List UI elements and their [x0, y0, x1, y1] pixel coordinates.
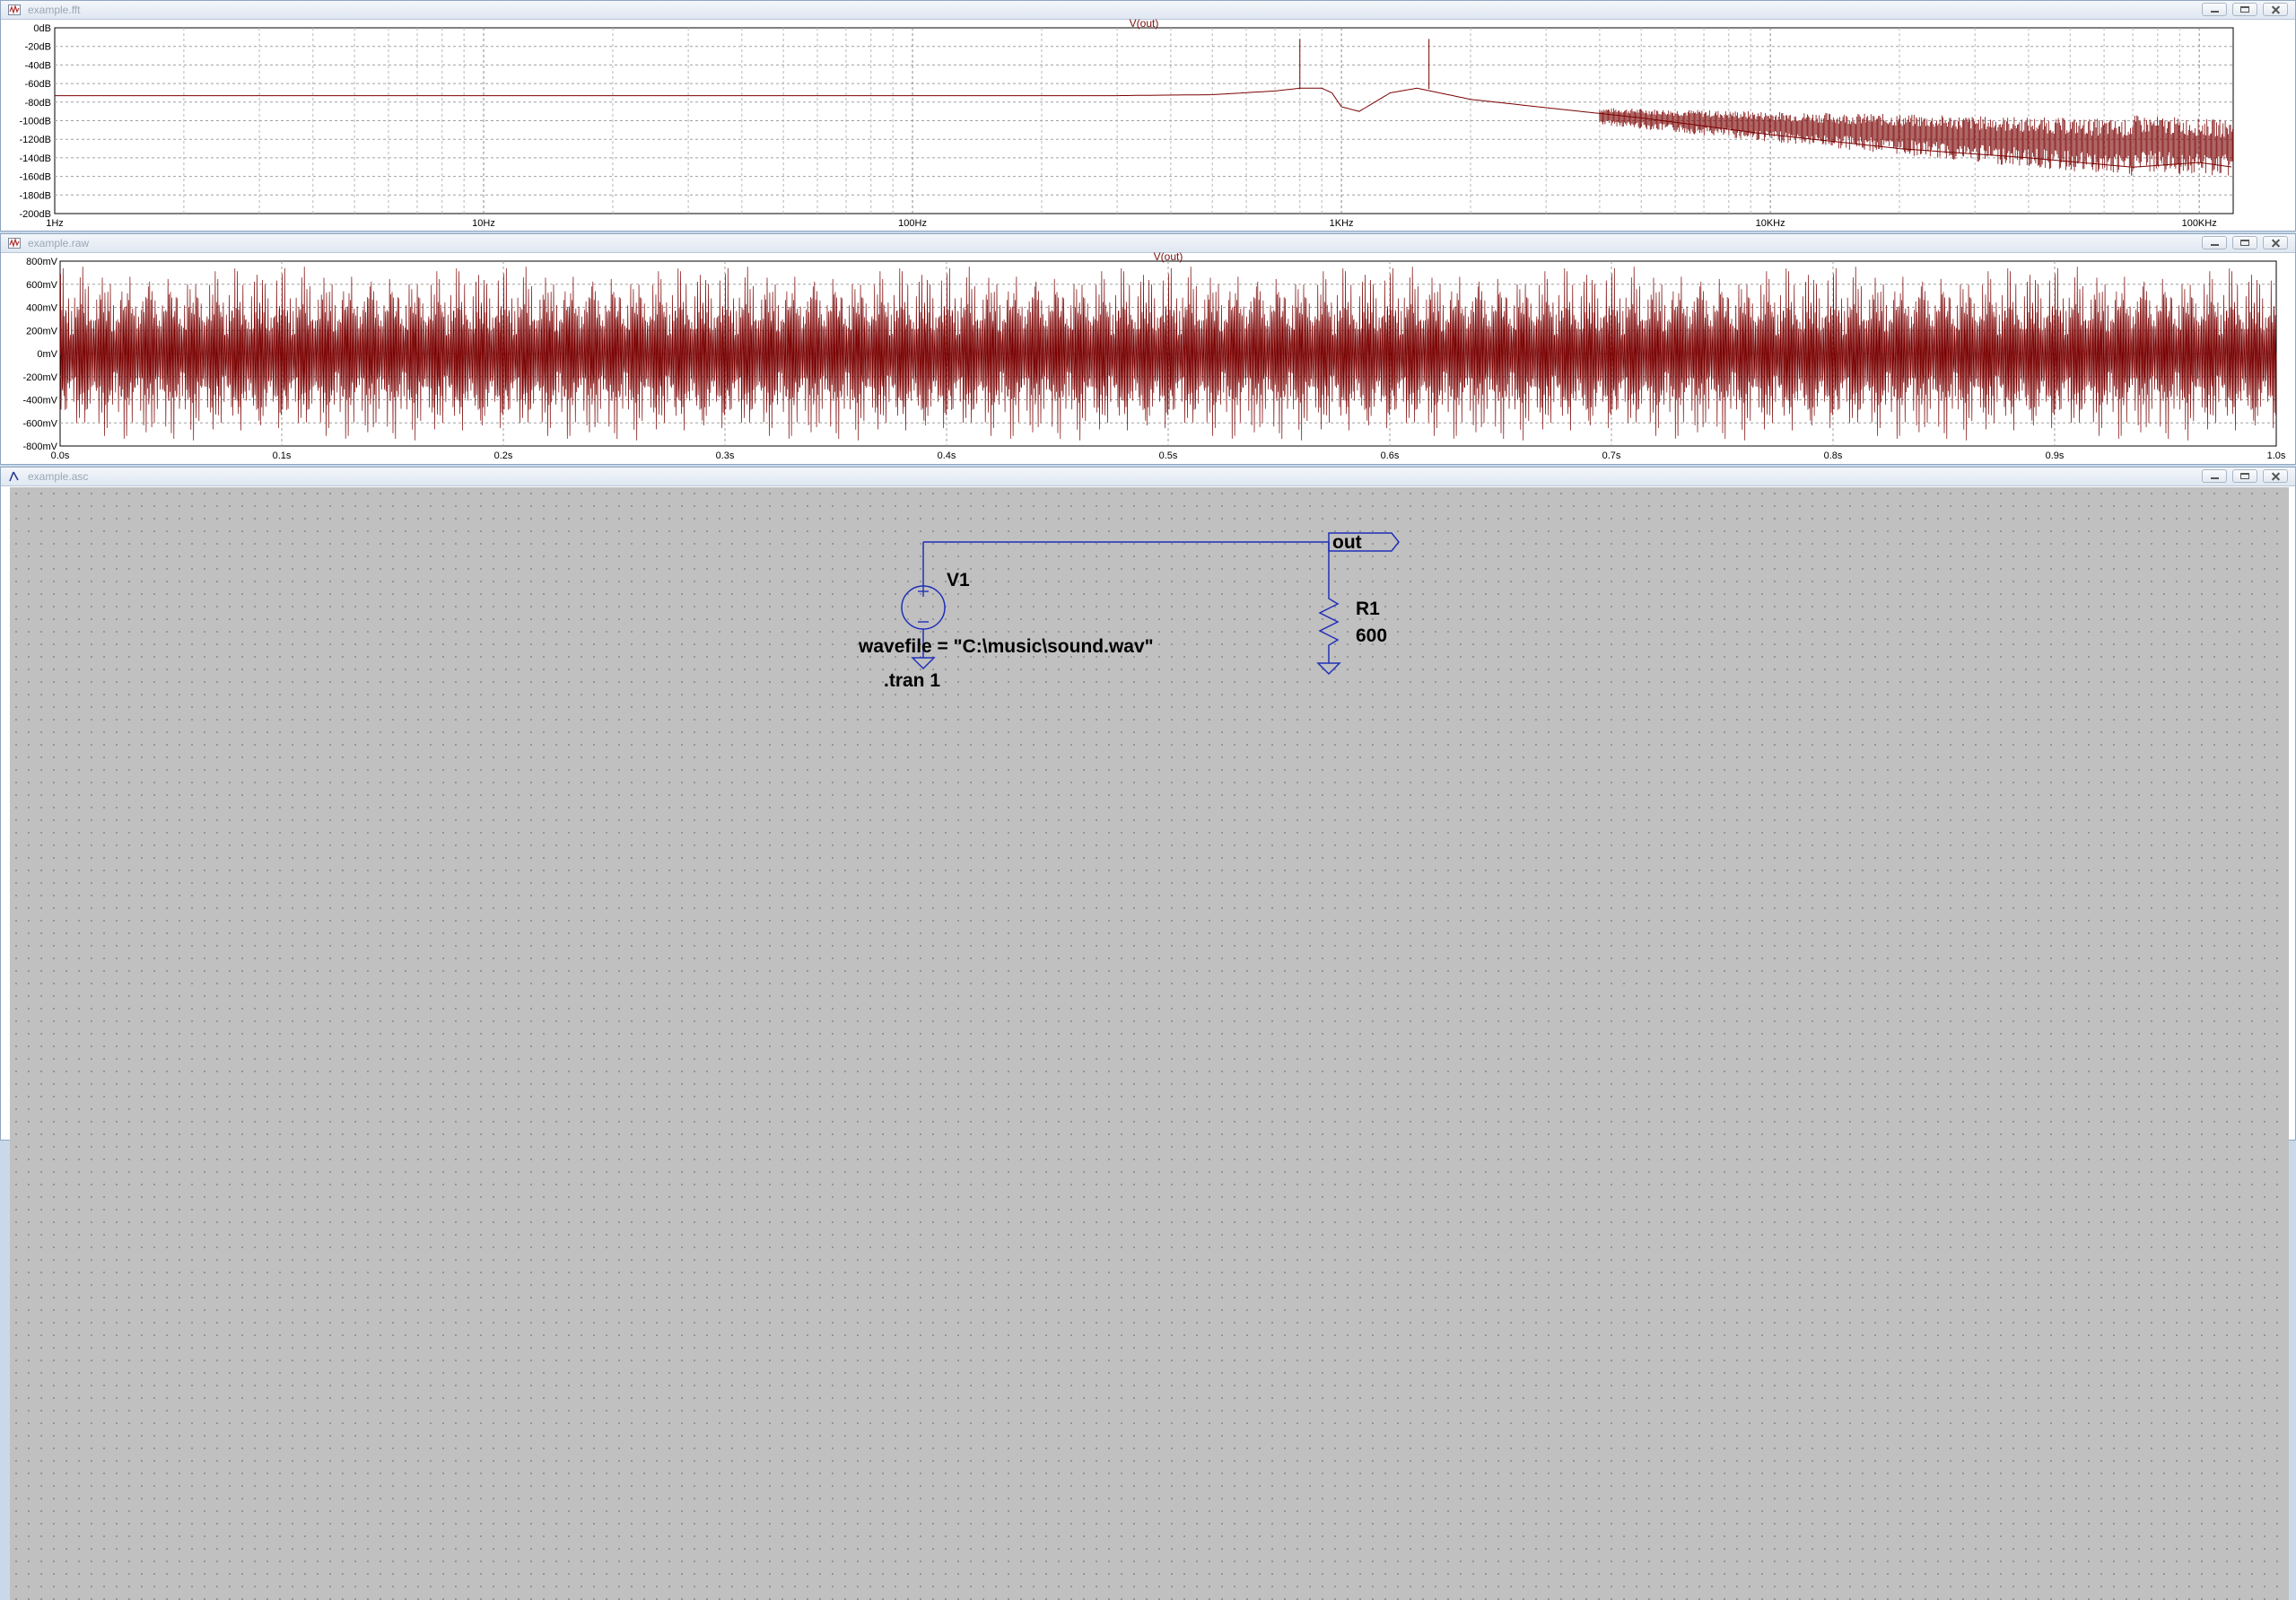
waveform-icon [8, 4, 21, 15]
x-tick-label: 0.4s [938, 450, 956, 461]
source-name[interactable]: V1 [947, 570, 970, 590]
transient-plot[interactable]: 800mV 600mV 400mV 200mV 0mV -200mV -400mV -600m… [1, 252, 2295, 464]
fft-plot[interactable]: 0dB -20dB -40dB -60dB -80dB -100dB -120dB -140d… [1, 19, 2295, 231]
y-tick-label: -40dB [25, 60, 51, 71]
schematic-window[interactable]: example.asc out V1 R1 600 wavefile = "C:… [0, 467, 2296, 1600]
y-tick-label: -180dB [20, 190, 51, 201]
y-tick-label: 0dB [33, 23, 51, 34]
x-tick-label: 0.3s [716, 450, 735, 461]
y-tick-label: -20dB [25, 42, 51, 53]
x-tick-label: 1.0s [2267, 450, 2286, 461]
y-tick-label: -100dB [20, 117, 51, 127]
minimize-button[interactable] [2202, 3, 2227, 16]
y-tick-label: -160dB [20, 172, 51, 183]
x-tick-label: 0.6s [1381, 450, 1400, 461]
net-label-out[interactable]: out [1332, 532, 1362, 553]
x-tick-label: 100Hz [898, 218, 927, 229]
source-value[interactable]: wavefile = "C:\music\sound.wav" [858, 636, 1154, 657]
ground-symbol [911, 657, 936, 670]
x-tick-label: 0.5s [1159, 450, 1178, 461]
schematic-window-titlebar[interactable]: example.asc [1, 468, 2295, 486]
ground-symbol [1316, 662, 1341, 676]
x-tick-label: 0.2s [494, 450, 513, 461]
schematic-icon [9, 471, 19, 482]
x-tick-label: 0.8s [1824, 450, 1843, 461]
y-tick-label: -80dB [25, 98, 51, 109]
close-button[interactable] [2263, 3, 2288, 16]
x-tick-label: 100KHz [2182, 218, 2217, 229]
y-tick-label: -120dB [20, 135, 51, 145]
minimize-button[interactable] [2202, 469, 2227, 483]
restore-button[interactable] [2232, 236, 2257, 249]
close-button[interactable] [2263, 469, 2288, 483]
y-tick-label: -600mV [22, 418, 57, 429]
restore-button[interactable] [2232, 469, 2257, 483]
x-tick-label: 0.1s [273, 450, 292, 461]
x-tick-label: 10KHz [1756, 218, 1785, 229]
resistor-name[interactable]: R1 [1356, 599, 1380, 619]
y-tick-label: -400mV [22, 396, 57, 407]
y-tick-label: -200mV [22, 372, 57, 383]
x-tick-label: 1Hz [46, 218, 64, 229]
y-tick-label: 200mV [26, 326, 58, 337]
spice-directive[interactable]: .tran 1 [884, 670, 940, 691]
restore-button[interactable] [2232, 3, 2257, 16]
window-title: example.asc [28, 470, 89, 483]
y-tick-label: -60dB [25, 79, 51, 90]
y-tick-label: 0mV [37, 349, 57, 360]
raw-window[interactable]: example.raw 800mV 600mV 400mV 200mV 0mV -200m… [0, 233, 2296, 465]
x-tick-label: 1KHz [1330, 218, 1354, 229]
minimize-button[interactable] [2202, 236, 2227, 249]
window-title: example.raw [28, 237, 90, 249]
y-tick-label: 800mV [26, 257, 58, 267]
x-tick-label: 10Hz [472, 218, 495, 229]
y-tick-label: -140dB [20, 153, 51, 164]
resistor-value[interactable]: 600 [1356, 625, 1387, 646]
schematic-canvas[interactable]: out V1 R1 600 wavefile = "C:\music\sound… [10, 487, 2289, 1600]
trace-name[interactable]: V(out) [1154, 252, 1183, 263]
x-tick-label: 0.7s [1602, 450, 1621, 461]
close-button[interactable] [2263, 236, 2288, 249]
fft-window-titlebar[interactable]: example.fft [1, 1, 2295, 20]
fft-window[interactable]: example.fft 0dB -20dB -40dB -60dB -80dB -100d… [0, 0, 2296, 232]
x-tick-label: 0.9s [2046, 450, 2065, 461]
y-tick-label: 600mV [26, 280, 58, 291]
waveform-icon [8, 238, 21, 249]
y-tick-label: 400mV [26, 303, 58, 314]
window-title: example.fft [28, 4, 81, 16]
raw-window-titlebar[interactable]: example.raw [1, 234, 2295, 253]
trace-name[interactable]: V(out) [1130, 19, 1159, 30]
x-tick-label: 0.0s [51, 450, 70, 461]
resistor-r1[interactable] [1318, 593, 1340, 658]
